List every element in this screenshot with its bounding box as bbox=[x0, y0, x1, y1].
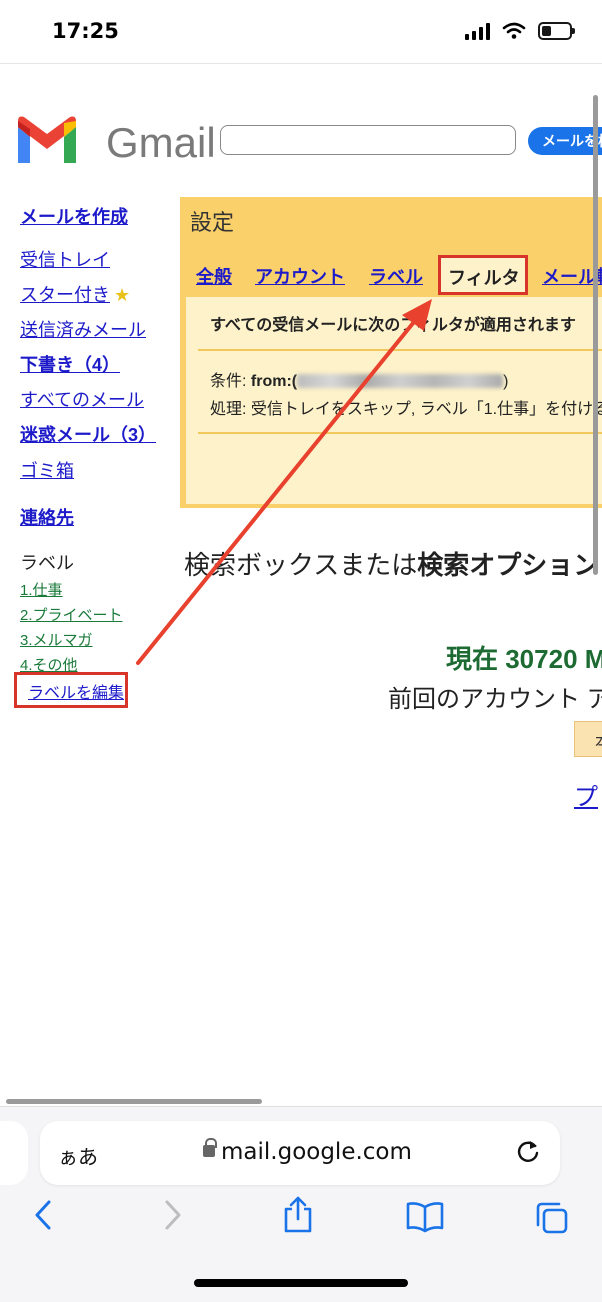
contacts-link[interactable]: 連絡先 bbox=[20, 504, 74, 530]
condition-value: from:( bbox=[250, 373, 298, 390]
url-text[interactable]: mail.google.com bbox=[221, 1139, 412, 1165]
tab-filters[interactable]: フィルタ bbox=[438, 255, 528, 295]
sidebar-item-trash[interactable]: ゴミ箱 bbox=[20, 457, 74, 483]
compose-link[interactable]: メールを作成 bbox=[20, 203, 128, 229]
sidebar-item-starred-row: スター付き ★ bbox=[20, 281, 130, 307]
tab-accounts[interactable]: アカウント bbox=[255, 263, 345, 289]
wifi-icon bbox=[502, 22, 526, 39]
sidebar-item-inbox[interactable]: 受信トレイ bbox=[20, 246, 110, 272]
share-icon[interactable] bbox=[282, 1195, 314, 1235]
tab-labels[interactable]: ラベル bbox=[369, 263, 423, 289]
label-link[interactable]: 1.仕事 bbox=[20, 579, 63, 600]
sidebar-item-starred[interactable]: スター付き bbox=[20, 285, 110, 305]
horizontal-scrollbar[interactable] bbox=[6, 1099, 262, 1104]
search-input[interactable] bbox=[220, 125, 516, 155]
star-icon: ★ bbox=[114, 285, 131, 305]
lock-icon bbox=[203, 1138, 217, 1157]
label-link[interactable]: 2.プライベート bbox=[20, 604, 123, 625]
forward-icon[interactable] bbox=[162, 1199, 184, 1231]
reload-icon[interactable] bbox=[515, 1137, 541, 1165]
settings-title: 設定 bbox=[190, 210, 235, 235]
status-time: 17:25 bbox=[52, 19, 119, 43]
label-link[interactable]: 3.メルマガ bbox=[20, 629, 93, 650]
sidebar-item-all-mail[interactable]: すべてのメール bbox=[20, 386, 144, 412]
cellular-signal-icon bbox=[465, 22, 490, 40]
filter-action: 処理: 受信トレイをスキップ, ラベル「1.仕事」を付ける bbox=[210, 401, 602, 418]
safari-toolbar: ぁあ mail.google.com bbox=[0, 1106, 602, 1302]
search-mail-button[interactable]: メールを検索 bbox=[528, 127, 602, 155]
sidebar-item-sent[interactable]: 送信済みメール bbox=[20, 316, 146, 342]
gmail-logo-text: Gmail bbox=[106, 119, 216, 166]
edit-labels-link[interactable]: ラベルを編集 bbox=[28, 679, 124, 703]
filter-condition: 条件: from:() bbox=[210, 367, 508, 391]
condition-close: ) bbox=[503, 373, 509, 390]
filter-notice: すべての受信メールに次のフィルタが適用されます bbox=[210, 317, 576, 334]
gmail-logo-icon bbox=[18, 116, 76, 163]
battery-icon bbox=[538, 22, 575, 40]
bookmarks-icon[interactable] bbox=[406, 1201, 444, 1233]
web-content[interactable]: Gmail メールを検索 メールを作成 受信トレイ スター付き★ 送信済みメール… bbox=[0, 65, 602, 1105]
activity-details-label: 本 bbox=[595, 728, 602, 752]
search-options-text: 検索オプション bbox=[417, 550, 600, 580]
last-account-activity: 前回のアカウント アクティビティ bbox=[388, 686, 602, 713]
address-bar[interactable]: ぁあ mail.google.com bbox=[40, 1121, 560, 1185]
divider bbox=[198, 432, 602, 434]
tab-general[interactable]: 全般 bbox=[196, 263, 232, 289]
vertical-scrollbar[interactable] bbox=[593, 95, 598, 575]
tabs-icon[interactable] bbox=[534, 1201, 570, 1235]
previous-tab-preview[interactable] bbox=[0, 1121, 28, 1185]
labels-heading: ラベル bbox=[20, 553, 74, 573]
activity-details-button[interactable]: 本 bbox=[574, 721, 602, 757]
bottom-link[interactable]: プ bbox=[574, 777, 598, 812]
home-indicator bbox=[194, 1279, 408, 1287]
sidebar-item-drafts[interactable]: 下書き（4） bbox=[20, 351, 120, 377]
condition-label: 条件: bbox=[210, 373, 251, 390]
status-icons bbox=[465, 22, 575, 40]
redacted-email bbox=[297, 374, 504, 388]
sidebar-item-spam[interactable]: 迷惑メール（3） bbox=[20, 421, 156, 447]
search-hint: 検索ボックスまたは検索オプション bbox=[184, 545, 599, 582]
storage-usage: 現在 30720 MB bbox=[446, 644, 602, 674]
search-hint-text: 検索ボックスまたは bbox=[184, 550, 418, 580]
status-bar: 17:25 bbox=[0, 0, 602, 64]
page-settings-button[interactable]: ぁあ bbox=[58, 1141, 98, 1170]
divider bbox=[198, 349, 602, 351]
back-icon[interactable] bbox=[32, 1199, 54, 1231]
